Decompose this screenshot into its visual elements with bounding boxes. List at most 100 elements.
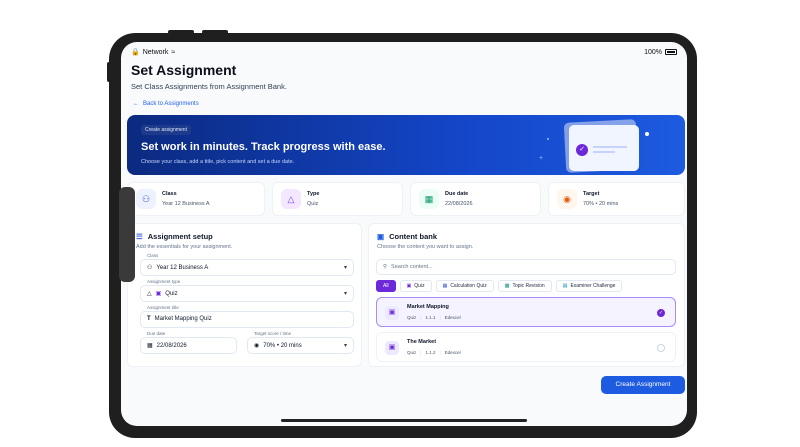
- radio-button[interactable]: [657, 344, 665, 352]
- class-value-wrap: ⚇ Year 12 Business A: [147, 264, 209, 272]
- hero-heading: Set work in minutes. Track progress with…: [141, 141, 386, 153]
- class-value: Year 12 Business A: [156, 264, 209, 271]
- filter-label: Calculation Quiz: [450, 283, 487, 289]
- users-icon: ⚇: [147, 265, 153, 271]
- arrow-left-icon: ←: [133, 101, 139, 107]
- class-label: Class: [146, 253, 160, 258]
- setup-header: ☰ Assignment setup: [136, 232, 213, 241]
- content-item-board: Edexcel: [444, 350, 461, 355]
- summary-card-target: ◉ Target 70% • 20 mins: [548, 182, 685, 216]
- title-label: Assignment title: [146, 305, 180, 310]
- book-icon: ▣: [377, 232, 385, 241]
- filter-calculation-quiz[interactable]: ▦ Calculation Quiz: [435, 280, 494, 292]
- assignment-type-select[interactable]: Assignment type △ ▣ Quiz ▾: [140, 279, 354, 302]
- calendar-icon: ▦: [147, 343, 153, 349]
- filter-all[interactable]: All: [376, 280, 396, 292]
- due-date-label: Due date: [146, 331, 167, 336]
- decor-dot: [547, 138, 549, 140]
- home-indicator: [281, 419, 527, 422]
- assignment-setup-panel: ☰ Assignment setup Add the essentials fo…: [127, 223, 362, 367]
- due-value-wrap: ▦ 22/08/2026: [147, 342, 187, 350]
- text-icon: T: [147, 316, 151, 322]
- summary-card-due-date: ▦ Due date 22/08/2026: [410, 182, 541, 216]
- page-subtitle: Set Class Assignments from Assignment Ba…: [131, 82, 287, 91]
- quiz-icon: ▣: [406, 283, 412, 289]
- illustration-line: [593, 151, 615, 153]
- content-item-title: Market Mapping: [407, 304, 449, 310]
- content-item-code: 1.1.1: [425, 315, 436, 320]
- content-item-board: Edexcel: [444, 315, 461, 320]
- filter-examiner-challenge[interactable]: ▤ Examiner Challenge: [555, 280, 623, 292]
- target-select[interactable]: Target score / time ◉ 70% • 20 mins ▾: [247, 331, 354, 354]
- filter-quiz[interactable]: ▣ Quiz: [399, 280, 432, 292]
- target-value-wrap: ◉ 70% • 20 mins: [254, 342, 302, 350]
- challenge-icon: ▤: [562, 283, 568, 289]
- calendar-icon: ▦: [419, 189, 439, 209]
- setup-title: Assignment setup: [147, 232, 213, 241]
- meta-separator: |: [439, 315, 441, 320]
- search-input[interactable]: ⚲ Search content...: [376, 259, 676, 275]
- sliders-icon: ☰: [136, 232, 143, 241]
- quiz-icon: ▣: [155, 291, 162, 297]
- wifi-icon: ≈: [171, 48, 176, 56]
- illustration-line: [593, 146, 627, 148]
- content-bank-panel: ▣ Content bank Choose the content you wa…: [368, 223, 685, 367]
- illustration-card: ✓: [569, 125, 639, 171]
- summary-value: Quiz: [307, 201, 319, 207]
- page-title: Set Assignment: [131, 62, 237, 78]
- summary-card-class: ⚇ Class Year 12 Business A: [127, 182, 265, 216]
- check-icon: ✓: [576, 144, 588, 156]
- content-item-type: Quiz: [407, 350, 417, 355]
- shapes-icon: △: [281, 189, 301, 209]
- status-right: 100%: [644, 49, 677, 56]
- summary-value: 22/08/2026: [445, 201, 473, 207]
- target-label: Target score / time: [253, 331, 293, 336]
- filter-label: Examiner Challenge: [570, 283, 616, 289]
- calculator-icon: ▦: [442, 283, 448, 289]
- lock-icon: 🔒: [131, 49, 140, 56]
- type-value-wrap: △ ▣ Quiz: [147, 290, 178, 298]
- summary-value: 70% • 20 mins: [583, 201, 619, 207]
- create-assignment-button[interactable]: Create Assignment: [601, 376, 685, 394]
- class-select[interactable]: Class ⚇ Year 12 Business A ▾: [140, 253, 354, 276]
- summary-key: Due date: [445, 191, 469, 197]
- content-item-meta: Quiz | 1.1.2 | Edexcel: [407, 350, 461, 355]
- content-item[interactable]: ▣ The Market Quiz | 1.1.2 | Edexcel: [376, 332, 676, 362]
- battery-icon: [665, 49, 677, 55]
- status-left: 🔒 Network ≈: [131, 48, 176, 57]
- filter-label: Quiz: [414, 283, 425, 289]
- quiz-icon: ▣: [385, 341, 399, 355]
- meta-separator: |: [420, 350, 422, 355]
- meta-separator: |: [420, 315, 422, 320]
- side-drawer-handle[interactable]: [119, 187, 135, 282]
- users-icon: ⚇: [136, 189, 156, 209]
- app-screen: 🔒 Network ≈ 100% Set Assignment Set Clas…: [121, 42, 687, 426]
- summary-key: Class: [162, 191, 177, 197]
- setup-subtitle: Add the essentials for your assignment.: [136, 244, 233, 250]
- filter-topic-revision[interactable]: ▩ Topic Revision: [497, 280, 552, 292]
- content-item[interactable]: ▣ Market Mapping Quiz | 1.1.1 | Edexcel …: [376, 297, 676, 327]
- decor-dot: [645, 132, 649, 136]
- due-date-value: 22/08/2026: [156, 342, 187, 349]
- assignment-title-input[interactable]: Assignment title T Market Mapping Quiz: [140, 305, 354, 328]
- hero-chip: Create assignment: [141, 125, 191, 135]
- summary-value: Year 12 Business A: [162, 201, 210, 207]
- due-date-input[interactable]: Due date ▦ 22/08/2026: [140, 331, 237, 354]
- search-placeholder: Search content...: [391, 264, 433, 270]
- back-link-label: Back to Assignments: [143, 101, 199, 107]
- bank-title: Content bank: [389, 232, 438, 241]
- content-item-title: The Market: [407, 339, 437, 345]
- revision-icon: ▩: [504, 283, 510, 289]
- content-item-code: 1.1.2: [425, 350, 436, 355]
- content-item-meta: Quiz | 1.1.1 | Edexcel: [407, 315, 461, 320]
- selected-check-icon[interactable]: ✓: [657, 309, 665, 317]
- filter-label: Topic Revision: [512, 283, 545, 289]
- back-link[interactable]: ← Back to Assignments: [133, 101, 199, 107]
- quiz-icon: ▣: [385, 306, 399, 320]
- title-value: Market Mapping Quiz: [154, 316, 212, 322]
- chevron-down-icon: ▾: [343, 343, 347, 349]
- bank-header: ▣ Content bank: [377, 232, 437, 241]
- meta-separator: |: [439, 350, 441, 355]
- battery-percent: 100%: [644, 48, 662, 56]
- sparkle-icon: +: [539, 155, 544, 162]
